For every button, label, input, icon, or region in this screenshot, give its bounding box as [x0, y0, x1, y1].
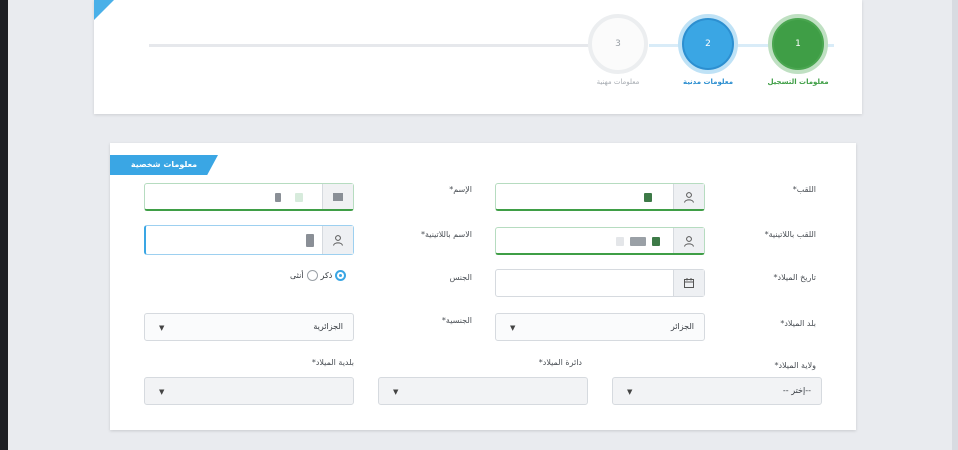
birth-country-label: بلد الميلاد*	[780, 319, 816, 328]
first-name-label: الإسم*	[449, 185, 472, 194]
caret-down-icon: ▼	[159, 324, 165, 332]
left-edge	[0, 0, 8, 450]
redacted-text	[630, 237, 646, 246]
step-1-label: معلومات التسجيل	[767, 78, 829, 86]
first-name-latin-input[interactable]	[144, 225, 354, 255]
birth-commune-label: بلدية الميلاد*	[311, 358, 354, 367]
caret-down-icon: ▼	[393, 388, 399, 396]
gender-female-radio[interactable]	[306, 270, 318, 281]
birth-country-select[interactable]: الجزائر ▼	[495, 313, 705, 341]
last-name-latin-label: اللقب باللاتينية*	[764, 230, 816, 239]
stepper-card: 3 2 1 معلومات مهنية معلومات مدنية معلوما…	[94, 0, 862, 114]
last-name-latin-input[interactable]	[495, 227, 705, 255]
nationality-select[interactable]: الجزائرية ▼	[144, 313, 354, 341]
step-2-circle[interactable]: 2	[678, 14, 738, 74]
personal-info-card: معلومات شخصية اللقب* الإسم* اللقب باللات…	[110, 143, 856, 430]
gender-male-radio[interactable]	[335, 270, 347, 281]
step-1-circle[interactable]: 1	[768, 14, 828, 74]
birth-date-label: تاريخ الميلاد*	[773, 273, 817, 282]
user-icon-placeholder	[322, 184, 353, 209]
redacted-text	[644, 193, 652, 202]
gender-label: الجنس	[449, 273, 472, 282]
nationality-value: الجزائرية	[313, 322, 343, 331]
right-edge	[952, 0, 958, 450]
last-name-label: اللقب*	[792, 185, 816, 194]
redacted-text	[652, 237, 660, 246]
gender-radio-group: ذكر أنثى	[290, 270, 347, 281]
birth-date-input[interactable]	[495, 269, 705, 297]
user-icon	[673, 228, 704, 253]
calendar-icon[interactable]	[673, 270, 704, 296]
redacted-text	[616, 237, 624, 246]
nationality-label: الجنسية*	[441, 316, 472, 325]
step-3-label: معلومات مهنية	[596, 78, 640, 86]
first-name-input[interactable]	[144, 183, 354, 211]
redacted-text	[306, 234, 314, 247]
redacted-text	[275, 193, 281, 202]
card-corner-accent	[94, 0, 114, 20]
user-icon	[322, 226, 353, 254]
birth-country-value: الجزائر	[670, 322, 694, 331]
birth-commune-select[interactable]: ▼	[144, 377, 354, 405]
caret-down-icon: ▼	[510, 324, 516, 332]
birth-wilaya-select[interactable]: --إختر -- ▼	[612, 377, 822, 405]
birth-daira-label: دائرة الميلاد*	[538, 358, 582, 367]
last-name-input[interactable]	[495, 183, 705, 211]
step-3-circle[interactable]: 3	[588, 14, 648, 74]
birth-daira-select[interactable]: ▼	[378, 377, 588, 405]
caret-down-icon: ▼	[627, 388, 633, 396]
gender-female-label: أنثى	[290, 271, 304, 280]
section-title: معلومات شخصية	[110, 155, 218, 175]
caret-down-icon: ▼	[159, 388, 165, 396]
birth-wilaya-value: --إختر --	[782, 386, 811, 395]
step-2-label: معلومات مدنية	[682, 78, 734, 86]
birth-wilaya-label: ولاية الميلاد*	[774, 361, 816, 370]
first-name-latin-label: الاسم باللاتينية*	[421, 230, 472, 239]
stepper-track	[149, 44, 624, 47]
redacted-text	[295, 193, 303, 202]
gender-male-label: ذكر	[320, 271, 333, 280]
user-icon	[673, 184, 704, 209]
